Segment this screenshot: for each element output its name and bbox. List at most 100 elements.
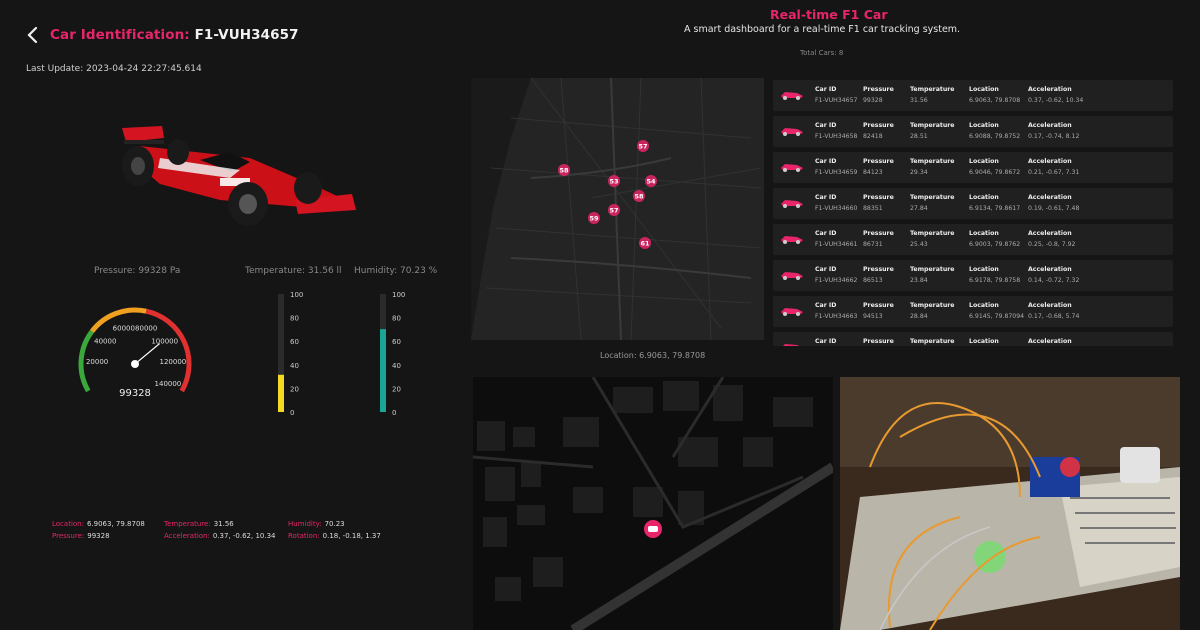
thermometer-tick-label: 100: [392, 291, 405, 299]
car-list-column: Car ID F1-VUH34662: [815, 266, 857, 284]
car-list-column: Car ID F1-VUH34661: [815, 230, 857, 248]
column-header: Car ID: [815, 86, 837, 93]
column-value: 27.84: [910, 205, 928, 212]
reading-humidity: Humidity: 70.23: [288, 518, 400, 530]
column-value: 94513: [863, 313, 883, 320]
car-list-column: Temperature 27.84: [910, 194, 955, 212]
gauge-tick-label: 100000: [151, 337, 178, 345]
temperature-thermometer: 100 80 60 40 20 0: [278, 291, 303, 417]
column-header: Car ID: [815, 230, 837, 237]
car-marker[interactable]: 58: [633, 190, 645, 202]
car-list[interactable]: Car ID F1-VUH34657 Pressure 99328 Temperatur…: [773, 80, 1173, 346]
column-header: Acceleration: [1028, 122, 1072, 129]
car-list-column: Car ID F1-VUH34659: [815, 158, 857, 176]
car-list-column: Car ID F1-VUH34657: [815, 86, 857, 104]
column-value: 6.9088, 79.8752: [969, 133, 1021, 140]
readings-row: Pressure: 99328 Acceleration: 0.37, -0.62,…: [52, 530, 432, 542]
car-list-item[interactable]: Car ID F1-VUH34662 Pressure 86513 Temperatur…: [773, 260, 1173, 291]
column-value: F1-VUH34658: [815, 133, 858, 140]
car-marker-label: 61: [640, 240, 650, 248]
car-marker-icon[interactable]: [644, 520, 662, 538]
column-header: Acceleration: [1028, 86, 1072, 93]
car-detail-panel: Car Identification: F1-VUH34657 Last Upd…: [0, 0, 460, 630]
column-value: 25.43: [910, 241, 928, 248]
car-list-column: Temperature 31.56: [910, 86, 955, 104]
dashboard-subtitle: A smart dashboard for a real-time F1 car…: [684, 24, 961, 35]
reading-temperature: Temperature: 31.56: [164, 518, 288, 530]
gauge-tick-label: 140000: [155, 380, 182, 388]
car-marker[interactable]: 53: [608, 175, 620, 187]
car-list-column: Temperature 29.34: [910, 158, 955, 176]
back-arrow-icon[interactable]: [26, 26, 40, 44]
gauge-value: 99328: [119, 388, 151, 399]
car-list-column: Pressure 88351: [863, 194, 894, 212]
column-header: Car ID: [815, 338, 837, 345]
column-header: Acceleration: [1028, 338, 1072, 345]
column-header: Temperature: [910, 230, 955, 237]
car-list-column: Location 6.9003, 79.8762: [969, 230, 1020, 248]
car-list-column: Location 6.9134, 79.8617: [969, 194, 1020, 212]
car-list-column: Pressure 99328: [863, 86, 894, 104]
reading-key: Rotation:: [288, 532, 320, 540]
column-header: Temperature: [910, 122, 955, 129]
gauge-tick-label: 20000: [86, 358, 108, 366]
column-header: Location: [969, 230, 999, 237]
column-value: 0.14, -0.72, 7.32: [1028, 277, 1080, 284]
column-value: F1-VUH34661: [815, 241, 858, 248]
car-list-item[interactable]: Car ID F1-VUH34660 Pressure 88351 Temperatur…: [773, 188, 1173, 219]
car-list-column: Pressure: [863, 338, 894, 346]
column-header: Pressure: [863, 266, 894, 273]
car-marker[interactable]: 58: [558, 164, 570, 176]
column-value: 88351: [863, 205, 883, 212]
total-cars: Total Cars: 8: [800, 49, 844, 57]
humidity-stat-label: Humidity: 70.23 %: [354, 266, 438, 276]
car-marker[interactable]: 61: [639, 237, 651, 249]
last-update-text: Last Update: 2023-04-24 22:27:45.614: [26, 64, 202, 74]
f1-car-icon: [781, 308, 803, 316]
column-value: 0.19, -0.61, 7.48: [1028, 205, 1080, 212]
column-value: 6.9134, 79.8617: [969, 205, 1021, 212]
gauge-tick-label: 60000: [113, 325, 135, 333]
reading-key: Humidity:: [288, 520, 322, 528]
column-header: Temperature: [910, 86, 955, 93]
car-marker[interactable]: 54: [645, 175, 657, 187]
car-marker-label: 53: [609, 178, 618, 186]
car-list-item[interactable]: Car ID F1-VUH34661 Pressure 86731 Temperatur…: [773, 224, 1173, 255]
f1-car-icon: [781, 128, 803, 136]
gauge-tick-label: 40000: [94, 337, 116, 345]
map-location: Location: 6.9063, 79.8708: [600, 351, 706, 360]
dashboard-title: Real-time F1 Car: [770, 7, 888, 22]
car-list-column: Temperature 23.84: [910, 266, 955, 284]
car-list-item[interactable]: Car ID Pressure Temperature Location Acceler…: [773, 332, 1173, 346]
column-value: 99328: [863, 97, 883, 104]
car-list-column: Acceleration 0.19, -0.61, 7.48: [1028, 194, 1079, 212]
title-car-id: F1-VUH34657: [194, 27, 299, 43]
car-list-item[interactable]: Car ID F1-VUH34657 Pressure 99328 Temperatur…: [773, 80, 1173, 111]
car-list-item[interactable]: Car ID F1-VUH34658 Pressure 82418 Temperatur…: [773, 116, 1173, 147]
reading-key: Acceleration:: [164, 532, 210, 540]
column-value: 6.9063, 79.8708: [969, 97, 1021, 104]
car-marker[interactable]: 57: [637, 140, 649, 152]
car-list-column: Pressure 86513: [863, 266, 894, 284]
column-header: Temperature: [910, 266, 955, 273]
column-value: 86513: [863, 277, 883, 284]
column-value: 86731: [863, 241, 883, 248]
car-marker[interactable]: 59: [588, 212, 600, 224]
car-list-column: Location: [969, 338, 999, 346]
thermometer-tick-label: 80: [290, 315, 299, 323]
thermometer-tick-label: 0: [392, 409, 396, 417]
reading-value: 6.9063, 79.8708: [86, 520, 145, 528]
thermometer-tick-label: 100: [290, 291, 303, 299]
reading-key: Pressure:: [52, 532, 85, 540]
zoomed-map[interactable]: [473, 377, 833, 630]
car-list-item[interactable]: Car ID F1-VUH34659 Pressure 84123 Temperatur…: [773, 152, 1173, 183]
f1-car-image: [122, 126, 356, 226]
column-value: F1-VUH34662: [815, 277, 858, 284]
car-list-item[interactable]: Car ID F1-VUH34663 Pressure 94513 Temperatur…: [773, 296, 1173, 327]
gauge-tick-label: 80000: [135, 325, 157, 333]
column-header: Location: [969, 122, 999, 129]
car-marker[interactable]: 57: [608, 204, 620, 216]
temperature-stat-label: Temperature: 31.56 ll: [245, 266, 342, 276]
tracking-map[interactable]: 57 58 53 54 58 57 59 61: [471, 78, 764, 340]
column-value: 6.9145, 79.87094: [969, 313, 1025, 320]
